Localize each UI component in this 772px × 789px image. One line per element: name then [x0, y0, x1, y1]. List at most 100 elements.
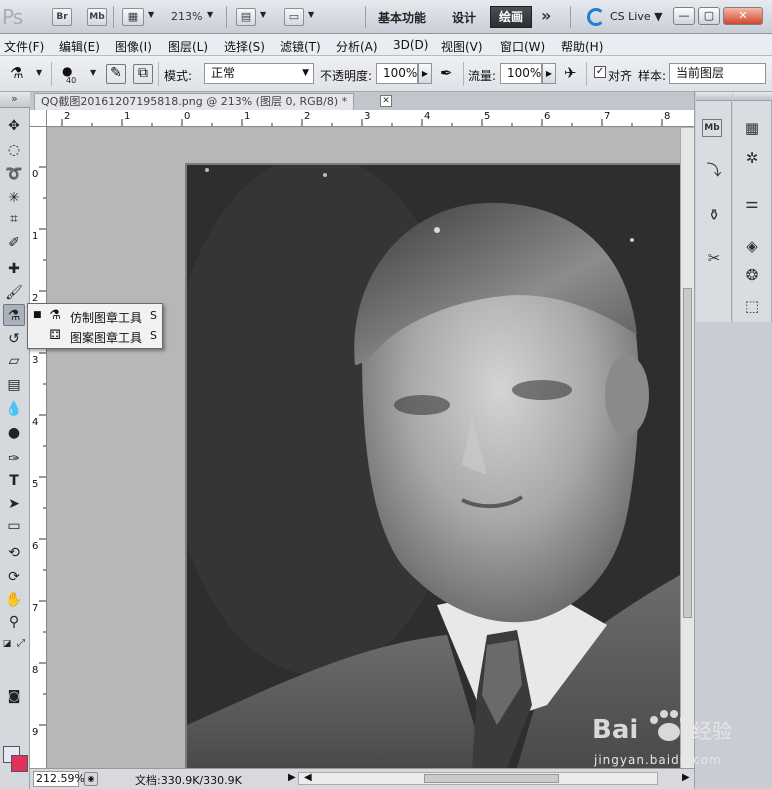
pen-tool-icon[interactable]: ✑	[3, 448, 25, 470]
channels-panel-icon[interactable]: ❂	[740, 264, 764, 286]
menu-layer[interactable]: 图层(L)	[168, 38, 208, 55]
arrange-documents-button[interactable]: ▤	[236, 8, 256, 26]
menu-edit[interactable]: 编辑(E)	[59, 38, 100, 55]
layers-panel-icon[interactable]: ◈	[740, 235, 764, 257]
status-menu-arrow-icon[interactable]: ▶	[288, 772, 296, 783]
brush-panel-icon[interactable]: ✎	[106, 64, 126, 84]
document-canvas[interactable]	[187, 165, 680, 768]
cs-live-menu[interactable]: CS Live ▼	[610, 10, 663, 23]
move-tool-icon[interactable]: ✥	[3, 115, 25, 137]
zoom-level[interactable]: 213%	[171, 10, 202, 23]
tools-panel-grip[interactable]	[0, 92, 30, 108]
chevron-down-icon[interactable]: ▼	[36, 68, 42, 77]
menu-analysis[interactable]: 分析(A)	[336, 38, 378, 55]
mode-select[interactable]: 正常 ▼	[204, 63, 314, 84]
zoom-field[interactable]: 212.59%	[33, 771, 85, 787]
status-info-icon[interactable]: ◉	[84, 772, 98, 786]
quick-mask-icon[interactable]: ◙	[3, 686, 25, 708]
pattern-stamp-tool-menu-item[interactable]: ⚃ 图案图章工具 S	[28, 326, 162, 346]
maximize-button[interactable]: ▢	[698, 7, 720, 25]
history-panel-icon[interactable]: ⤵	[702, 159, 726, 181]
marquee-tool-icon[interactable]: ◌	[3, 139, 25, 161]
menu-help[interactable]: 帮助(H)	[561, 38, 603, 55]
menu-file[interactable]: 文件(F)	[4, 38, 44, 55]
hand-tool-icon[interactable]: ✋	[3, 589, 25, 611]
adjustments-panel-icon[interactable]: ⚌	[740, 192, 764, 214]
close-document-icon[interactable]: ✕	[380, 95, 392, 107]
screen-mode-button[interactable]: ▭	[284, 8, 304, 26]
gradient-tool-icon[interactable]: ▤	[3, 374, 25, 396]
chevron-down-icon[interactable]: ▼	[207, 10, 213, 19]
chevron-down-icon[interactable]: ▼	[260, 10, 266, 19]
navigator-panel-icon[interactable]: ✲	[740, 147, 764, 169]
horizontal-scroll-thumb[interactable]	[424, 774, 559, 783]
clone-stamp-tool-menu-item[interactable]: ■ ⚗ 仿制图章工具 S	[28, 306, 162, 326]
menu-3d[interactable]: 3D(D)	[393, 38, 428, 52]
background-color-swatch[interactable]	[11, 755, 28, 772]
type-tool-icon[interactable]: T	[3, 470, 25, 492]
shape-tool-icon[interactable]: ▭	[3, 515, 25, 537]
cs-live-icon[interactable]	[587, 8, 605, 26]
swatches-panel-icon[interactable]: ▦	[740, 117, 764, 139]
close-button[interactable]: ✕	[723, 7, 763, 25]
dock-grip[interactable]	[733, 92, 772, 101]
horizontal-ruler[interactable]: 2 1 0 1 2 3 4 5 6 7 8	[30, 110, 694, 127]
vertical-scroll-thumb[interactable]	[683, 288, 692, 618]
airbrush-icon[interactable]: ✈	[564, 64, 584, 84]
healing-brush-tool-icon[interactable]: ✚	[3, 258, 25, 280]
mini-bridge-panel-icon[interactable]: Mb	[702, 119, 722, 137]
lasso-tool-icon[interactable]: ➰	[3, 163, 25, 185]
workspace-painting[interactable]: 绘画	[490, 6, 532, 28]
menu-filter[interactable]: 滤镜(T)	[280, 38, 321, 55]
history-brush-tool-icon[interactable]: ↺	[3, 328, 25, 350]
menu-select[interactable]: 选择(S)	[224, 38, 265, 55]
clone-stamp-tool-icon[interactable]: ⚗	[3, 304, 25, 326]
default-colors-icon[interactable]: ◪	[0, 633, 14, 655]
vertical-scrollbar[interactable]	[680, 128, 694, 768]
3d-orbit-tool-icon[interactable]: ⟳	[3, 566, 25, 588]
view-extras-button[interactable]: ▦	[122, 8, 144, 26]
brush-presets-panel-icon[interactable]: ⚱	[702, 204, 726, 226]
chevron-down-icon[interactable]: ▼	[308, 10, 314, 19]
eyedropper-tool-icon[interactable]: ✐	[3, 232, 25, 254]
brush-tool-icon[interactable]: 🖌	[3, 282, 25, 304]
dock-grip[interactable]	[696, 92, 732, 101]
horizontal-scrollbar[interactable]	[298, 772, 658, 785]
tool-presets-panel-icon[interactable]: ✂	[702, 247, 726, 269]
opacity-field[interactable]: 100%	[376, 63, 418, 84]
workspace-essentials[interactable]: 基本功能	[378, 9, 426, 26]
zoom-tool-icon[interactable]: ⚲	[3, 611, 25, 633]
pen-pressure-opacity-icon[interactable]: ✒	[440, 64, 460, 84]
ruler-origin[interactable]	[30, 110, 47, 127]
menu-view[interactable]: 视图(V)	[441, 38, 483, 55]
vertical-ruler[interactable]: 0 1 2 3 4 5 6 7 8 9	[30, 127, 47, 768]
dodge-tool-icon[interactable]: ●	[3, 422, 25, 444]
eraser-tool-icon[interactable]: ▱	[3, 350, 25, 372]
chevron-down-icon[interactable]: ▼	[148, 10, 154, 19]
more-workspaces-icon[interactable]: »	[541, 6, 551, 25]
crop-tool-icon[interactable]: ⌗	[3, 208, 25, 230]
document-tab[interactable]: QQ截图20161207195818.png @ 213% (图层 0, RGB…	[34, 93, 355, 110]
minimize-button[interactable]: —	[673, 7, 695, 25]
clone-source-panel-icon[interactable]: ⧉	[133, 64, 153, 84]
aligned-checkbox[interactable]: ✓	[594, 66, 606, 78]
launch-bridge-button[interactable]: Br	[52, 8, 72, 26]
scroll-left-icon[interactable]: ◀	[304, 772, 312, 783]
swap-colors-icon[interactable]: ⤢	[14, 633, 28, 655]
flow-field[interactable]: 100%	[500, 63, 542, 84]
magic-wand-tool-icon[interactable]: ✳	[3, 187, 25, 209]
path-selection-tool-icon[interactable]: ➤	[3, 493, 25, 515]
launch-mini-bridge-button[interactable]: Mb	[87, 8, 107, 26]
workspace-design[interactable]: 设计	[452, 9, 476, 26]
3d-rotate-tool-icon[interactable]: ⟲	[3, 542, 25, 564]
sample-select[interactable]: 当前图层	[669, 63, 766, 84]
blur-tool-icon[interactable]: 💧	[3, 398, 25, 420]
clone-stamp-preset-icon[interactable]: ⚗	[10, 64, 30, 84]
opacity-slider-button[interactable]: ▶	[418, 63, 432, 84]
flow-slider-button[interactable]: ▶	[542, 63, 556, 84]
chevron-down-icon[interactable]: ▼	[90, 68, 96, 77]
menu-image[interactable]: 图像(I)	[115, 38, 152, 55]
scroll-right-icon[interactable]: ▶	[682, 772, 690, 783]
menu-window[interactable]: 窗口(W)	[500, 38, 545, 55]
paths-panel-icon[interactable]: ⬚	[740, 295, 764, 317]
